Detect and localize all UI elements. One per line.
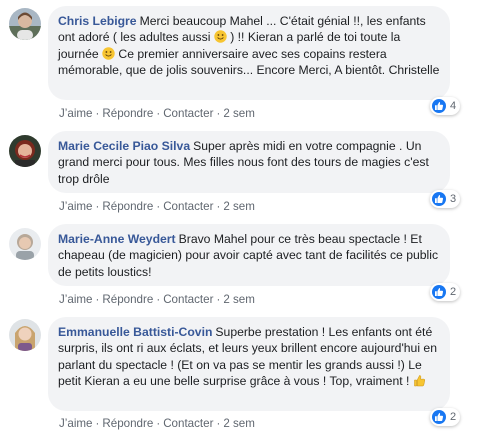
comment-author[interactable]: Emmanuelle Battisti-Covin bbox=[58, 325, 212, 339]
like-icon bbox=[432, 410, 446, 424]
avatar[interactable] bbox=[9, 135, 41, 167]
separator: · bbox=[95, 200, 100, 213]
contact-link[interactable]: Contacter bbox=[163, 417, 213, 430]
contact-link[interactable]: Contacter bbox=[163, 107, 213, 120]
reaction-count: 2 bbox=[450, 411, 457, 423]
comment-timestamp[interactable]: 2 sem bbox=[223, 107, 255, 120]
comment-text: Ce premier anniversaire avec ses copains… bbox=[58, 46, 440, 77]
avatar[interactable] bbox=[9, 8, 41, 40]
reaction-summary[interactable]: 3 bbox=[430, 190, 461, 208]
comment-actions: J’aime · Répondre · Contacter · 2 sem bbox=[59, 107, 255, 120]
separator: · bbox=[156, 200, 161, 213]
like-link[interactable]: J’aime bbox=[59, 107, 93, 120]
smiling-face-emoji bbox=[102, 46, 115, 60]
comment-timestamp[interactable]: 2 sem bbox=[223, 293, 255, 306]
contact-link[interactable]: Contacter bbox=[163, 200, 213, 213]
comment-author[interactable]: Marie Cecile Piao Silva bbox=[58, 139, 190, 153]
comment-bubble: Marie Cecile Piao Silva Super après midi … bbox=[48, 131, 450, 193]
comment-bubble: Chris Lebigre Merci beaucoup Mahel ... C'… bbox=[48, 6, 450, 100]
separator: · bbox=[156, 417, 161, 430]
comment-author[interactable]: Marie-Anne Weydert bbox=[58, 232, 176, 246]
comment-bubble: Emmanuelle Battisti-Covin Superbe prestat… bbox=[48, 317, 450, 411]
separator: · bbox=[216, 417, 221, 430]
like-link[interactable]: J’aime bbox=[59, 417, 93, 430]
comment-timestamp[interactable]: 2 sem bbox=[223, 200, 255, 213]
reaction-summary[interactable]: 2 bbox=[430, 283, 461, 301]
reaction-count: 4 bbox=[450, 100, 457, 112]
like-icon bbox=[432, 99, 446, 113]
like-link[interactable]: J’aime bbox=[59, 200, 93, 213]
comment-actions: J’aime · Répondre · Contacter · 2 sem bbox=[59, 417, 255, 430]
thumbs-up-emoji bbox=[413, 374, 426, 387]
comment-author[interactable]: Chris Lebigre bbox=[58, 14, 137, 28]
reaction-summary[interactable]: 4 bbox=[430, 97, 461, 115]
like-icon bbox=[432, 285, 446, 299]
reaction-count: 3 bbox=[450, 193, 457, 205]
separator: · bbox=[95, 293, 100, 306]
smiling-face-emoji bbox=[214, 30, 227, 43]
comment-timestamp[interactable]: 2 sem bbox=[223, 417, 255, 430]
contact-link[interactable]: Contacter bbox=[163, 293, 213, 306]
comment-actions: J’aime · Répondre · Contacter · 2 sem bbox=[59, 200, 255, 213]
reply-link[interactable]: Répondre bbox=[102, 200, 153, 213]
reaction-summary[interactable]: 2 bbox=[430, 408, 461, 426]
separator: · bbox=[156, 107, 161, 120]
separator: · bbox=[216, 293, 221, 306]
separator: · bbox=[156, 293, 161, 306]
like-icon bbox=[432, 192, 446, 206]
reply-link[interactable]: Répondre bbox=[102, 417, 153, 430]
avatar[interactable] bbox=[9, 319, 41, 351]
separator: · bbox=[216, 200, 221, 213]
separator: · bbox=[216, 107, 221, 120]
reaction-count: 2 bbox=[450, 286, 457, 298]
comments-list: Chris Lebigre Merci beaucoup Mahel ... C'… bbox=[0, 0, 495, 443]
separator: · bbox=[95, 417, 100, 430]
avatar[interactable] bbox=[9, 228, 41, 260]
separator: · bbox=[95, 107, 100, 120]
reply-link[interactable]: Répondre bbox=[102, 107, 153, 120]
comment-bubble: Marie-Anne Weydert Bravo Mahel pour ce tr… bbox=[48, 224, 450, 286]
like-link[interactable]: J’aime bbox=[59, 293, 93, 306]
reply-link[interactable]: Répondre bbox=[102, 293, 153, 306]
comment-actions: J’aime · Répondre · Contacter · 2 sem bbox=[59, 293, 255, 306]
